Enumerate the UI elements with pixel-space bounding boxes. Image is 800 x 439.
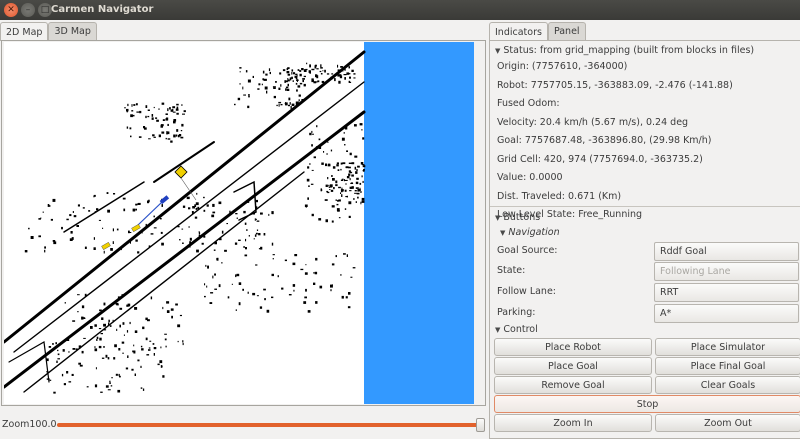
parking-label: Parking: [497,307,536,318]
follow-lane-combo[interactable]: RRT [654,283,799,302]
zoom-slider-track[interactable] [57,423,479,427]
control-expander[interactable]: ▼ Control [495,324,538,335]
zoom-out-button[interactable]: Zoom Out [655,414,800,432]
remove-goal-button[interactable]: Remove Goal [494,376,652,394]
separator [490,206,800,207]
goal-source-label: Goal Source: [497,245,558,256]
zoom-slider-handle[interactable] [476,418,485,432]
state-combo: Following Lane [654,262,799,281]
state-row: State: Following Lane [497,262,799,281]
zoom-control: Zoom100.0 [2,418,488,432]
expander-arrow-icon: ▼ [495,213,501,222]
status-lines: Origin: (7757610, -364000) Robot: 775770… [497,58,733,225]
zoom-label: Zoom100.0 [2,419,57,430]
side-tabs: Indicators Panel [489,22,586,41]
buttons-expander[interactable]: ▼ Buttons [495,212,540,223]
tab-indicators[interactable]: Indicators [489,22,548,41]
control-label: Control [503,324,538,335]
zoom-in-button[interactable]: Zoom In [494,414,652,432]
status-origin: Origin: (7757610, -364000) [497,61,628,72]
navigation-expander[interactable]: ▼ Navigation [500,227,560,238]
tab-2d-map[interactable]: 2D Map [0,22,49,41]
window-controls: ✕ – □ [4,3,52,17]
status-robot: Robot: 7757705.15, -363883.09, -2.476 (-… [497,79,733,91]
place-final-goal-button[interactable]: Place Final Goal [655,357,800,375]
follow-lane-row: Follow Lane: RRT [497,283,799,302]
place-simulator-button[interactable]: Place Simulator [655,338,800,356]
indicators-panel: ▼ Status: from grid_mapping (built from … [489,40,800,439]
expander-arrow-icon: ▼ [495,46,501,55]
status-value: Value: 0.0000 [497,172,563,183]
expander-arrow-icon: ▼ [500,228,506,237]
goal-source-combo[interactable]: Rddf Goal [654,242,799,261]
status-goal: Goal: 7757687.48, -363896.80, (29.98 Km/… [497,135,712,146]
clear-goals-button[interactable]: Clear Goals [655,376,800,394]
expander-arrow-icon: ▼ [495,325,501,334]
place-robot-button[interactable]: Place Robot [494,338,652,356]
follow-lane-label: Follow Lane: [497,286,556,297]
place-goal-button[interactable]: Place Goal [494,357,652,375]
window-title: Carmen Navigator [51,4,154,15]
parking-row: Parking: A* [497,304,799,323]
title-bar: ✕ – □ Carmen Navigator [0,0,800,20]
status-grid-cell: Grid Cell: 420, 974 (7757694.0, -363735.… [497,153,703,165]
goal-source-row: Goal Source: Rddf Goal [497,242,799,261]
status-header: Status: from grid_mapping (built from bl… [503,45,755,56]
stop-button[interactable]: Stop [494,395,800,413]
map-tabs: 2D Map 3D Map [0,22,97,41]
map-canvas[interactable] [4,42,484,404]
minimize-icon[interactable]: – [21,3,35,17]
buttons-label: Buttons [503,212,541,223]
maximize-icon[interactable]: □ [38,3,52,17]
status-dist-traveled: Dist. Traveled: 0.671 (Km) [497,190,622,202]
navigation-label: Navigation [508,227,560,238]
status-expander[interactable]: ▼ Status: from grid_mapping (built from … [495,45,754,56]
map-view[interactable] [1,40,486,406]
tab-3d-map[interactable]: 3D Map [48,22,97,40]
status-velocity: Velocity: 20.4 km/h (5.67 m/s), 0.24 deg [497,116,689,128]
close-icon[interactable]: ✕ [4,3,18,17]
tab-panel[interactable]: Panel [547,22,586,40]
status-fused-odom: Fused Odom: [497,98,560,109]
parking-combo[interactable]: A* [654,304,799,323]
state-label: State: [497,265,526,276]
map-unknown-area [364,42,474,404]
